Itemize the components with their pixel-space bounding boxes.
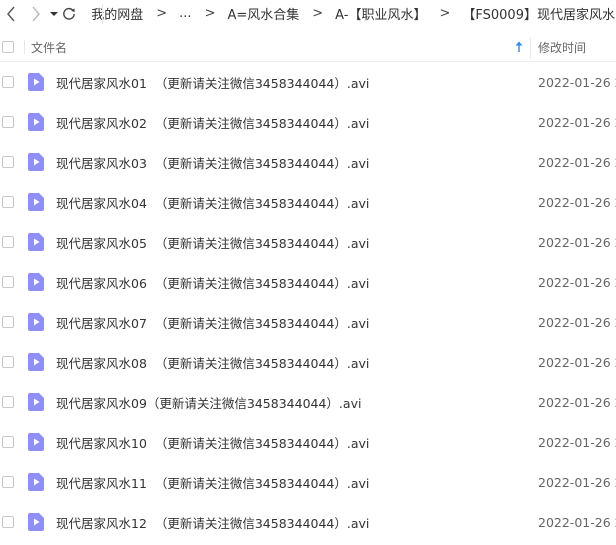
file-date: 2022-01-26 20:27 — [538, 394, 616, 410]
chevron-right-icon — [32, 6, 41, 21]
column-divider[interactable] — [530, 37, 531, 59]
caret-down-icon — [49, 11, 58, 16]
file-row[interactable]: 现代居家风水07 （更新请关注微信3458344044）.avi 2022-01… — [0, 302, 616, 342]
file-row[interactable]: 现代居家风水01 （更新请关注微信3458344044）.avi 2022-01… — [0, 62, 616, 102]
file-date: 2022-01-26 20:27 — [538, 154, 616, 170]
file-date: 2022-01-26 20:27 — [538, 514, 616, 530]
refresh-button[interactable] — [59, 2, 78, 26]
file-date: 2022-01-26 20:27 — [538, 74, 616, 90]
video-file-icon — [28, 273, 44, 291]
video-file-icon — [28, 153, 44, 171]
row-checkbox[interactable] — [2, 116, 14, 128]
file-name[interactable]: 现代居家风水12 （更新请关注微信3458344044）.avi — [56, 513, 369, 532]
file-row[interactable]: 现代居家风水04 （更新请关注微信3458344044）.avi 2022-01… — [0, 182, 616, 222]
refresh-icon — [62, 7, 75, 20]
row-checkbox[interactable] — [2, 396, 14, 408]
file-row[interactable]: 现代居家风水05 （更新请关注微信3458344044）.avi 2022-01… — [0, 222, 616, 262]
video-file-icon — [28, 513, 44, 531]
video-file-icon — [28, 73, 44, 91]
row-checkbox[interactable] — [2, 276, 14, 288]
file-date: 2022-01-26 20:27 — [538, 194, 616, 210]
file-browser: 我的网盘 > ... > A=风水合集 > A-【职业风水】 > 【FS0009… — [0, 0, 616, 545]
breadcrumb: 我的网盘 > ... > A=风水合集 > A-【职业风水】 > 【FS0009… — [90, 4, 616, 23]
video-file-icon — [28, 473, 44, 491]
row-checkbox[interactable] — [2, 356, 14, 368]
column-header-name[interactable]: 文件名 — [31, 39, 67, 56]
file-date: 2022-01-26 20:27 — [538, 234, 616, 250]
file-row[interactable]: 现代居家风水09（更新请关注微信3458344044）.avi 2022-01-… — [0, 382, 616, 422]
row-checkbox[interactable] — [2, 516, 14, 528]
history-dropdown-button[interactable] — [48, 2, 60, 26]
file-name[interactable]: 现代居家风水03 （更新请关注微信3458344044）.avi — [56, 153, 369, 172]
row-checkbox[interactable] — [2, 156, 14, 168]
file-row[interactable]: 现代居家风水02 （更新请关注微信3458344044）.avi 2022-01… — [0, 102, 616, 142]
file-name[interactable]: 现代居家风水10 （更新请关注微信3458344044）.avi — [56, 433, 369, 452]
file-date: 2022-01-26 20:27 — [538, 434, 616, 450]
row-checkbox[interactable] — [2, 76, 14, 88]
row-checkbox[interactable] — [2, 236, 14, 248]
file-name[interactable]: 现代居家风水06 （更新请关注微信3458344044）.avi — [56, 273, 369, 292]
file-date: 2022-01-26 20:27 — [538, 354, 616, 370]
video-file-icon — [28, 113, 44, 131]
file-date: 2022-01-26 20:27 — [538, 274, 616, 290]
breadcrumb-separator: > — [312, 6, 324, 21]
column-divider — [24, 40, 25, 54]
video-file-icon — [28, 313, 44, 331]
breadcrumb-item[interactable]: ... — [178, 6, 192, 21]
toolbar-divider — [102, 4, 103, 24]
video-file-icon — [28, 433, 44, 451]
file-name[interactable]: 现代居家风水09（更新请关注微信3458344044）.avi — [56, 393, 361, 412]
file-row[interactable]: 现代居家风水10 （更新请关注微信3458344044）.avi 2022-01… — [0, 422, 616, 462]
breadcrumb-separator: > — [156, 6, 168, 21]
select-all-checkbox[interactable] — [2, 41, 14, 53]
file-row[interactable]: 现代居家风水03 （更新请关注微信3458344044）.avi 2022-01… — [0, 142, 616, 182]
file-name[interactable]: 现代居家风水04 （更新请关注微信3458344044）.avi — [56, 193, 369, 212]
video-file-icon — [28, 233, 44, 251]
row-checkbox[interactable] — [2, 316, 14, 328]
breadcrumb-separator: > — [204, 6, 216, 21]
toolbar: 我的网盘 > ... > A=风水合集 > A-【职业风水】 > 【FS0009… — [0, 0, 616, 27]
file-name[interactable]: 现代居家风水11 （更新请关注微信3458344044）.avi — [56, 473, 369, 492]
video-file-icon — [28, 353, 44, 371]
breadcrumb-item-current[interactable]: 【FS0009】现代居家风水 — [461, 4, 616, 23]
list-header: 文件名 修改时间 — [0, 33, 616, 62]
video-file-icon — [28, 393, 44, 411]
forward-button[interactable] — [27, 2, 46, 26]
file-name[interactable]: 现代居家风水05 （更新请关注微信3458344044）.avi — [56, 233, 369, 252]
column-header-date[interactable]: 修改时间 — [538, 39, 586, 56]
file-name[interactable]: 现代居家风水07 （更新请关注微信3458344044）.avi — [56, 313, 369, 332]
arrow-up-icon[interactable] — [513, 40, 525, 54]
file-date: 2022-01-26 20:27 — [538, 114, 616, 130]
row-checkbox[interactable] — [2, 436, 14, 448]
breadcrumb-separator: > — [439, 6, 451, 21]
file-date: 2022-01-26 20:27 — [538, 474, 616, 490]
file-name[interactable]: 现代居家风水01 （更新请关注微信3458344044）.avi — [56, 73, 369, 92]
breadcrumb-item[interactable]: A=风水合集 — [226, 4, 300, 23]
file-row[interactable]: 现代居家风水06 （更新请关注微信3458344044）.avi 2022-01… — [0, 262, 616, 302]
file-date: 2022-01-26 20:27 — [538, 314, 616, 330]
breadcrumb-item[interactable]: 我的网盘 — [90, 4, 144, 23]
file-name[interactable]: 现代居家风水08 （更新请关注微信3458344044）.avi — [56, 353, 369, 372]
breadcrumb-item[interactable]: A-【职业风水】 — [334, 4, 427, 23]
chevron-left-icon — [7, 6, 15, 21]
back-button[interactable] — [2, 2, 21, 26]
file-row[interactable]: 现代居家风水08 （更新请关注微信3458344044）.avi 2022-01… — [0, 342, 616, 382]
file-name[interactable]: 现代居家风水02 （更新请关注微信3458344044）.avi — [56, 113, 369, 132]
file-list: 现代居家风水01 （更新请关注微信3458344044）.avi 2022-01… — [0, 62, 616, 542]
row-checkbox[interactable] — [2, 476, 14, 488]
video-file-icon — [28, 193, 44, 211]
file-row[interactable]: 现代居家风水12 （更新请关注微信3458344044）.avi 2022-01… — [0, 502, 616, 542]
row-checkbox[interactable] — [2, 196, 14, 208]
file-row[interactable]: 现代居家风水11 （更新请关注微信3458344044）.avi 2022-01… — [0, 462, 616, 502]
